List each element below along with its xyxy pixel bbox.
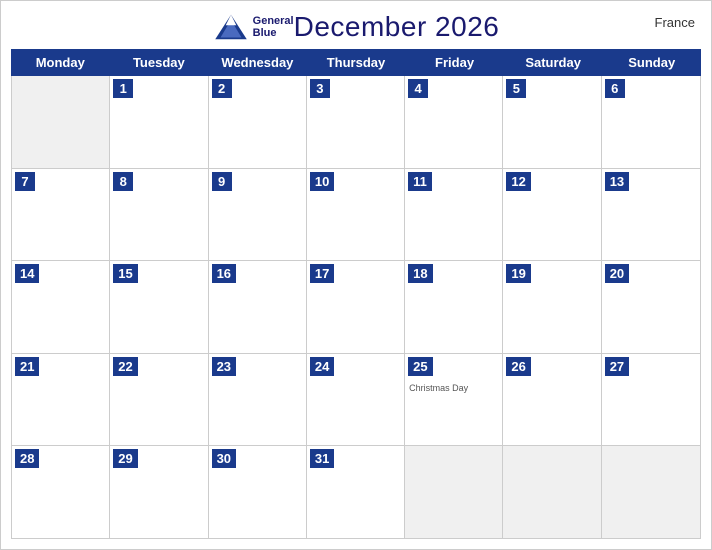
day-cell: 18	[405, 261, 503, 353]
day-number: 25	[408, 357, 432, 376]
logo[interactable]: General Blue	[213, 13, 294, 41]
day-number: 7	[15, 172, 35, 191]
week-row-1: 7 8 9 10 11 12 13	[12, 169, 700, 262]
week-row-0: 1 2 3 4 5 6	[12, 76, 700, 169]
day-cell: 11	[405, 169, 503, 261]
day-cell	[405, 446, 503, 538]
day-cell: 3	[307, 76, 405, 168]
country-label: France	[655, 15, 695, 30]
day-header-thursday: Thursday	[307, 49, 406, 76]
logo-blue: Blue	[253, 27, 294, 39]
day-cell: 19	[503, 261, 601, 353]
logo-text: General Blue	[253, 15, 294, 39]
day-cell: 27	[602, 354, 700, 446]
day-cell: 14	[12, 261, 110, 353]
day-cell	[503, 446, 601, 538]
day-header-saturday: Saturday	[504, 49, 603, 76]
day-number: 28	[15, 449, 39, 468]
day-number: 22	[113, 357, 137, 376]
holiday-label: Christmas Day	[405, 381, 502, 395]
calendar-page: General Blue December 2026 France Monday…	[0, 0, 712, 550]
day-cell: 7	[12, 169, 110, 261]
day-cell: 31	[307, 446, 405, 538]
day-number: 21	[15, 357, 39, 376]
day-number: 4	[408, 79, 428, 98]
day-number: 3	[310, 79, 330, 98]
day-cell: 28	[12, 446, 110, 538]
weeks-container: 1234567891011121314151617181920212223242…	[11, 76, 701, 539]
week-row-3: 21 22 23 24 25 Christmas Day 26 27	[12, 354, 700, 447]
day-cell: 8	[110, 169, 208, 261]
day-number: 14	[15, 264, 39, 283]
day-header-wednesday: Wednesday	[208, 49, 307, 76]
week-row-2: 14 15 16 17 18 19 20	[12, 261, 700, 354]
day-header-sunday: Sunday	[602, 49, 701, 76]
day-number: 19	[506, 264, 530, 283]
calendar-header: General Blue December 2026 France	[1, 1, 711, 49]
day-cell: 21	[12, 354, 110, 446]
day-cell: 22	[110, 354, 208, 446]
day-number: 8	[113, 172, 133, 191]
day-cell: 29	[110, 446, 208, 538]
day-cell: 9	[209, 169, 307, 261]
day-cell: 25 Christmas Day	[405, 354, 503, 446]
day-cell: 24	[307, 354, 405, 446]
day-number: 2	[212, 79, 232, 98]
day-cell: 2	[209, 76, 307, 168]
day-headers-row: MondayTuesdayWednesdayThursdayFridaySatu…	[11, 49, 701, 76]
day-number: 5	[506, 79, 526, 98]
day-number: 23	[212, 357, 236, 376]
day-cell: 6	[602, 76, 700, 168]
day-cell: 10	[307, 169, 405, 261]
day-cell: 12	[503, 169, 601, 261]
day-number: 24	[310, 357, 334, 376]
calendar-grid: MondayTuesdayWednesdayThursdayFridaySatu…	[1, 49, 711, 549]
week-row-4: 28 29 30 31	[12, 446, 700, 538]
day-cell	[12, 76, 110, 168]
day-number: 13	[605, 172, 629, 191]
day-cell: 30	[209, 446, 307, 538]
day-cell: 15	[110, 261, 208, 353]
day-number: 17	[310, 264, 334, 283]
day-number: 18	[408, 264, 432, 283]
day-number: 20	[605, 264, 629, 283]
day-number: 9	[212, 172, 232, 191]
day-number: 1	[113, 79, 133, 98]
day-cell: 23	[209, 354, 307, 446]
day-number: 12	[506, 172, 530, 191]
day-header-monday: Monday	[11, 49, 110, 76]
day-number: 30	[212, 449, 236, 468]
day-number: 11	[408, 172, 432, 191]
day-cell: 17	[307, 261, 405, 353]
day-number: 15	[113, 264, 137, 283]
day-number: 27	[605, 357, 629, 376]
day-cell: 16	[209, 261, 307, 353]
day-number: 16	[212, 264, 236, 283]
day-cell: 1	[110, 76, 208, 168]
logo-general: General	[253, 15, 294, 27]
day-header-tuesday: Tuesday	[110, 49, 209, 76]
general-blue-icon	[213, 13, 249, 41]
day-number: 6	[605, 79, 625, 98]
day-number: 26	[506, 357, 530, 376]
day-cell: 13	[602, 169, 700, 261]
day-number: 10	[310, 172, 334, 191]
day-cell: 5	[503, 76, 601, 168]
day-cell	[602, 446, 700, 538]
calendar-title: December 2026	[294, 11, 500, 43]
day-cell: 20	[602, 261, 700, 353]
day-cell: 26	[503, 354, 601, 446]
day-header-friday: Friday	[405, 49, 504, 76]
day-number: 29	[113, 449, 137, 468]
day-cell: 4	[405, 76, 503, 168]
day-number: 31	[310, 449, 334, 468]
